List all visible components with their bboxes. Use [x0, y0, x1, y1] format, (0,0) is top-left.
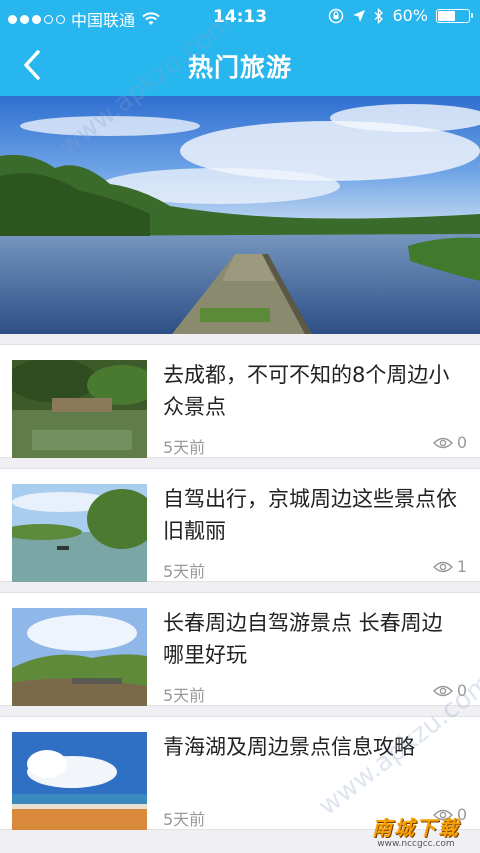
article-views: 1: [432, 557, 467, 576]
list-item[interactable]: 自驾出行，京城周边这些景点依旧靓丽 5天前 1: [0, 468, 480, 582]
status-bar: 中国联通 14:13 60%: [0, 0, 480, 34]
view-count: 0: [456, 433, 467, 452]
logo-main: 南城下载: [372, 816, 460, 840]
article-time: 5天前: [163, 686, 206, 705]
rotation-lock-icon: [329, 8, 344, 23]
banner-image[interactable]: [0, 96, 480, 334]
view-count: 1: [456, 557, 467, 576]
article-title: 青海湖及周边景点信息攻略: [163, 735, 415, 759]
article-title: 自驾出行，京城周边这些景点依旧靓丽: [163, 487, 457, 543]
eye-icon: [432, 561, 453, 572]
page-title: 热门旅游: [187, 53, 292, 82]
status-right: 60%: [328, 6, 473, 25]
article-list: 去成都，不可不知的8个周边小众景点 5天前 0 自驾出行，京城周边这些景点依旧靓…: [0, 344, 480, 840]
list-item[interactable]: 去成都，不可不知的8个周边小众景点 5天前 0: [0, 344, 480, 458]
nav-bar: 热门旅游: [0, 34, 480, 96]
battery-percent: 60%: [392, 6, 428, 25]
eye-icon: [432, 437, 453, 448]
article-time: 5天前: [163, 438, 206, 457]
eye-icon: [432, 685, 453, 696]
article-time: 5天前: [163, 810, 206, 829]
thumbnail-image: [12, 360, 147, 458]
battery-level: [438, 10, 456, 21]
view-count: 0: [456, 681, 467, 700]
article-title: 长春周边自驾游景点 长春周边哪里好玩: [163, 611, 443, 667]
article-views: 0: [432, 681, 467, 700]
article-views: 0: [432, 433, 467, 452]
thumbnail-image: [12, 484, 147, 582]
thumbnail-image: [12, 732, 147, 830]
article-title: 去成都，不可不知的8个周边小众景点: [163, 363, 450, 419]
bluetooth-icon: [374, 7, 384, 24]
thumbnail-image: [12, 608, 147, 706]
location-arrow-icon: [353, 9, 366, 22]
battery-icon: [436, 8, 473, 23]
site-logo: 南城下载 www.nccgcc.com: [360, 812, 472, 850]
article-time: 5天前: [163, 562, 206, 581]
list-item[interactable]: 长春周边自驾游景点 长春周边哪里好玩 5天前 0: [0, 592, 480, 706]
